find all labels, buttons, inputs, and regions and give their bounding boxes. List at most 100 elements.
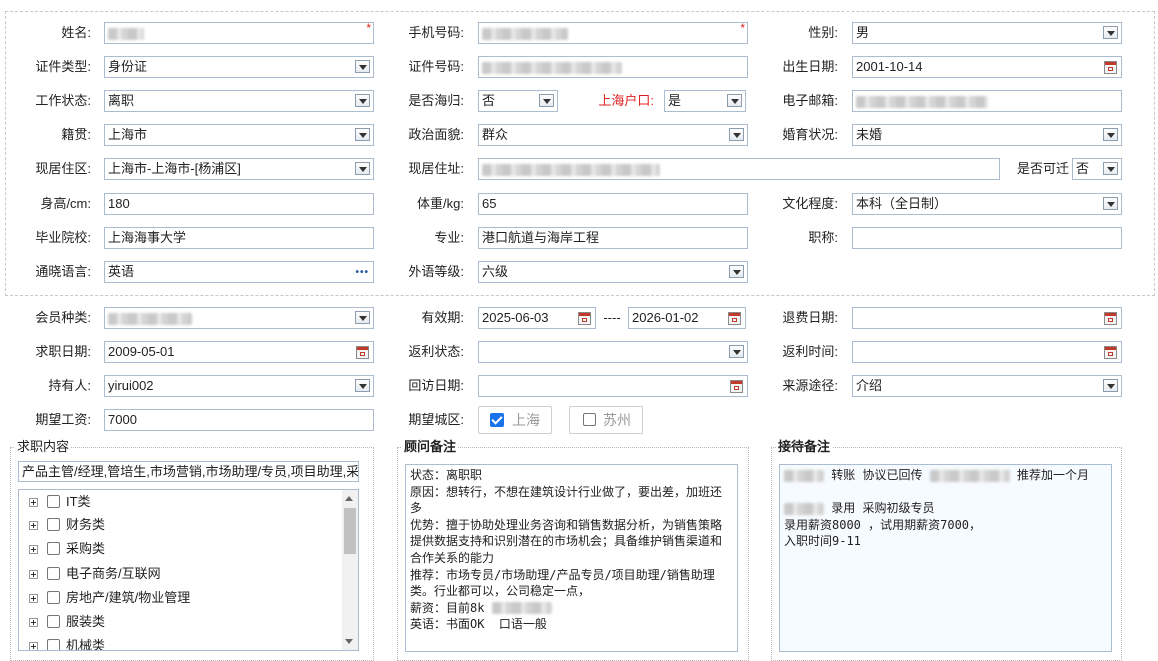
- calendar-icon[interactable]: [1104, 312, 1117, 325]
- more-icon[interactable]: •••: [355, 268, 369, 278]
- scroll-down-icon[interactable]: [345, 639, 353, 644]
- calendar-icon[interactable]: [730, 380, 743, 393]
- email-input[interactable]: [852, 90, 1122, 112]
- residence-addr-input[interactable]: [478, 158, 1000, 180]
- tree-scrollbar[interactable]: [342, 490, 358, 650]
- chevron-down-icon[interactable]: [355, 311, 370, 324]
- checkbox-icon[interactable]: [47, 639, 60, 650]
- expand-icon[interactable]: [29, 570, 38, 579]
- holder-select[interactable]: yirui002: [104, 375, 374, 397]
- expand-icon[interactable]: [29, 521, 38, 530]
- birthday-label: 出生日期:: [782, 59, 838, 74]
- chevron-down-icon[interactable]: [1103, 379, 1118, 392]
- title-input[interactable]: [852, 227, 1122, 249]
- expand-icon[interactable]: [29, 498, 38, 507]
- job-content-summary[interactable]: 产品主管/经理,管培生,市场营销,市场助理/专员,项目助理,采购: [18, 461, 359, 482]
- expected-salary-value: 7000: [108, 412, 137, 427]
- checkbox-empty-icon[interactable]: [583, 413, 596, 426]
- checkbox-checked-icon[interactable]: [490, 413, 504, 427]
- rebate-time-input[interactable]: [852, 341, 1122, 363]
- language-input[interactable]: 英语 •••: [104, 261, 374, 283]
- expand-icon[interactable]: [29, 594, 38, 603]
- shanghai-hukou-select[interactable]: 是: [664, 90, 746, 112]
- checkbox-icon[interactable]: [47, 542, 60, 555]
- reception-note-line: 录用 采购初级专员: [831, 501, 935, 516]
- job-date-input[interactable]: 2009-05-01: [104, 341, 374, 363]
- id-no-input[interactable]: [478, 56, 748, 78]
- source-select[interactable]: 介绍: [852, 375, 1122, 397]
- visit-date-label: 回访日期:: [408, 378, 464, 393]
- birthday-input[interactable]: 2001-10-14: [852, 56, 1122, 78]
- calendar-icon[interactable]: [356, 346, 369, 359]
- checkbox-icon[interactable]: [47, 591, 60, 604]
- chevron-down-icon[interactable]: [1103, 197, 1118, 210]
- chevron-down-icon[interactable]: [355, 60, 370, 73]
- foreign-level-select[interactable]: 六级: [478, 261, 748, 283]
- checkbox-icon[interactable]: [47, 615, 60, 628]
- expand-icon[interactable]: [29, 545, 38, 554]
- valid-from-input[interactable]: 2025-06-03: [478, 307, 596, 329]
- marital-label: 婚育状况:: [782, 127, 838, 142]
- chevron-down-icon[interactable]: [539, 94, 554, 107]
- work-status-select[interactable]: 离职: [104, 90, 374, 112]
- gender-select[interactable]: 男: [852, 22, 1122, 44]
- scroll-up-icon[interactable]: [345, 496, 353, 501]
- job-date-label: 求职日期:: [35, 344, 91, 359]
- school-input[interactable]: 上海海事大学: [104, 227, 374, 249]
- chevron-down-icon[interactable]: [1103, 128, 1118, 141]
- native-label: 籍贯:: [61, 127, 91, 142]
- weight-input[interactable]: 65: [478, 193, 748, 215]
- calendar-icon[interactable]: [578, 312, 591, 325]
- refund-date-input[interactable]: [852, 307, 1122, 329]
- chevron-down-icon[interactable]: [355, 128, 370, 141]
- consultant-note-line: 推荐：市场专员/市场助理/产品专员/项目助理/销售助理类。行业都可以，公司稳定一…: [410, 567, 715, 599]
- valid-to-input[interactable]: 2026-01-02: [628, 307, 746, 329]
- marital-select[interactable]: 未婚: [852, 124, 1122, 146]
- scroll-thumb[interactable]: [344, 508, 356, 554]
- relocate-select[interactable]: 否: [1072, 158, 1122, 180]
- residence-area-select[interactable]: 上海市-上海市-[杨浦区]: [104, 158, 374, 180]
- consultant-note-textarea[interactable]: 状态：离职职 原因：想转行，不想在建筑设计行业做了，要出差，加班还多 优势：擅于协助…: [405, 464, 738, 652]
- chevron-down-icon[interactable]: [355, 94, 370, 107]
- member-type-select[interactable]: [104, 307, 374, 329]
- calendar-icon[interactable]: [1104, 61, 1117, 74]
- weight-value: 65: [482, 196, 497, 211]
- native-select[interactable]: 上海市: [104, 124, 374, 146]
- education-select[interactable]: 本科（全日制）: [852, 193, 1122, 215]
- chevron-down-icon[interactable]: [729, 265, 744, 278]
- right-border: [1154, 11, 1155, 296]
- rebate-status-select[interactable]: [478, 341, 748, 363]
- rebate-status-label: 返利状态:: [408, 344, 464, 359]
- visit-date-input[interactable]: [478, 375, 748, 397]
- phone-input[interactable]: *: [478, 22, 748, 44]
- expected-salary-input[interactable]: 7000: [104, 409, 374, 431]
- chevron-down-icon[interactable]: [729, 128, 744, 141]
- political-select[interactable]: 群众: [478, 124, 748, 146]
- expand-icon[interactable]: [29, 618, 38, 627]
- job-category-tree[interactable]: IT类 财务类 采购类 电子商务/互联网 房地产/建筑/物业管理 服装类 机械类: [18, 489, 359, 651]
- expand-icon[interactable]: [29, 642, 38, 650]
- calendar-icon[interactable]: [728, 312, 741, 325]
- returnee-select[interactable]: 否: [478, 90, 558, 112]
- height-input[interactable]: 180: [104, 193, 374, 215]
- calendar-icon[interactable]: [1104, 346, 1117, 359]
- checkbox-icon[interactable]: [47, 567, 60, 580]
- checkbox-icon[interactable]: [47, 518, 60, 531]
- city-checkbox-shanghai[interactable]: 上海: [478, 406, 552, 434]
- gender-value: 男: [856, 25, 870, 40]
- name-input[interactable]: *: [104, 22, 374, 44]
- id-type-select[interactable]: 身份证: [104, 56, 374, 78]
- checkbox-icon[interactable]: [47, 495, 60, 508]
- chevron-down-icon[interactable]: [729, 345, 744, 358]
- reception-note-textarea[interactable]: 转账 协议已回传 推荐加一个月 录用 采购初级专员 录用薪资8000 ，试用期薪资…: [779, 464, 1112, 652]
- work-status-value: 离职: [108, 93, 135, 108]
- consultant-note-line: 原因：想转行，不想在建筑设计行业做了，要出差，加班还多: [410, 484, 723, 516]
- chevron-down-icon[interactable]: [355, 379, 370, 392]
- chevron-down-icon[interactable]: [355, 162, 370, 175]
- major-input[interactable]: 港口航道与海岸工程: [478, 227, 748, 249]
- chevron-down-icon[interactable]: [1103, 162, 1118, 175]
- redacted-value: [482, 61, 622, 74]
- chevron-down-icon[interactable]: [1103, 26, 1118, 39]
- city-checkbox-suzhou[interactable]: 苏州: [569, 406, 643, 434]
- chevron-down-icon[interactable]: [727, 94, 742, 107]
